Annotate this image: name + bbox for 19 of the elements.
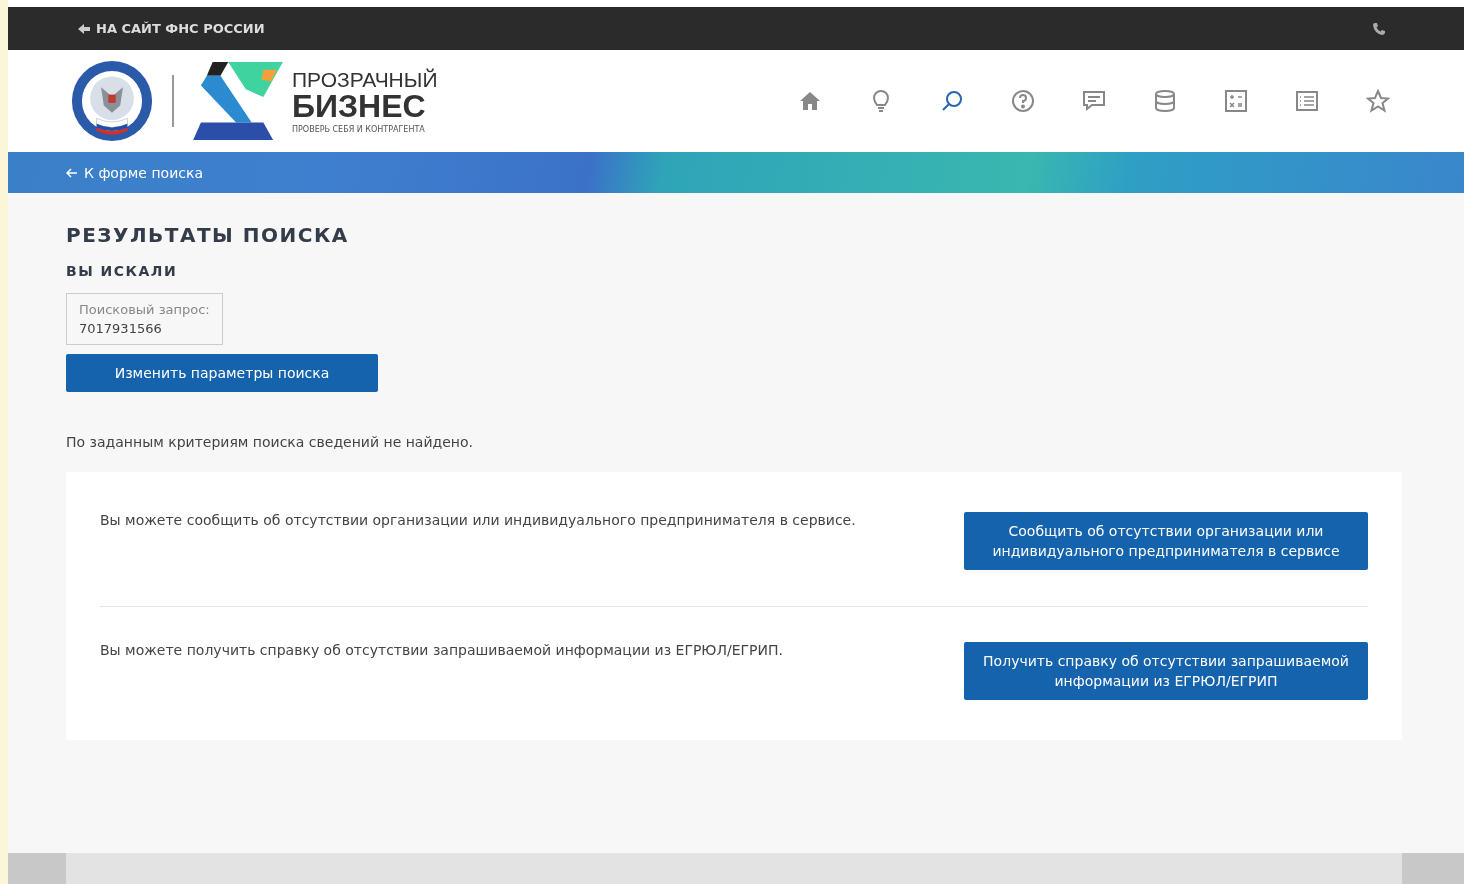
arrow-left-icon (78, 22, 90, 35)
option-button[interactable]: Получить справку об отсутствии запрашиваемой информации из ЕГРЮЛ/ЕГРИП (964, 642, 1368, 700)
logo-mark-drawing[interactable] (192, 62, 284, 140)
logo-tagline: ПРОВЕРЬ СЕБЯ И КОНТРАГЕНТА (292, 125, 426, 134)
option-text: Вы можете получить справку об отсутствии запрашиваемой информации из ЕГРЮЛ/ЕГРИП. (100, 642, 783, 658)
page-title: РЕЗУЛЬТАТЫ ПОИСКА (66, 223, 350, 247)
section-title: ВЫ ИСКАЛИ (66, 263, 179, 279)
phone-icon[interactable] (1372, 21, 1386, 36)
query-value: 7017931566 (79, 321, 163, 336)
arrow-left-icon (66, 166, 78, 179)
option-text: Вы можете сообщить об отсутствии организации или индивидуального предпринимателя в сервисе. (100, 512, 856, 528)
fns-site-link[interactable]: НА САЙТ ФНС РОССИИ (78, 21, 265, 36)
not-found-message: По заданным критериям поиска сведений не найдено. (66, 434, 474, 450)
back-to-search-link[interactable]: К форме поиска (66, 164, 203, 181)
logo-title: БИЗНЕС (292, 89, 427, 122)
logo-title: ПРОЗРАЧНЫЙ (292, 68, 438, 90)
option-button[interactable]: Сообщить об отсутствии организации или индивидуального предпринимателя в сервисе (964, 512, 1368, 570)
change-search-button[interactable]: Изменить параметры поиска (66, 354, 378, 392)
query-label: Поисковый запрос: (79, 302, 210, 317)
